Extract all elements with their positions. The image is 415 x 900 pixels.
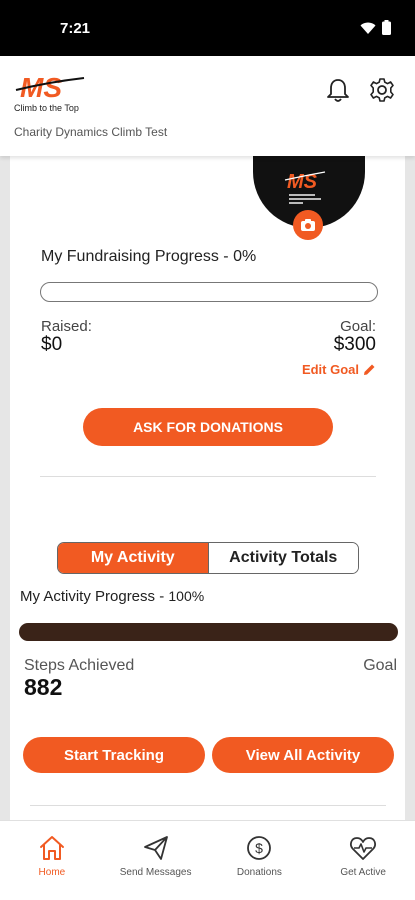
nav-donations[interactable]: $ Donations xyxy=(208,821,312,900)
status-bar: 7:21 xyxy=(0,0,415,56)
raised-value: $0 xyxy=(41,334,63,355)
activity-card: My Activity Activity Totals My Activity … xyxy=(10,521,405,820)
battery-icon xyxy=(382,20,391,35)
activity-tab-toggle: My Activity Activity Totals xyxy=(57,542,359,574)
activity-progress-title: My Activity Progress - 100% xyxy=(20,588,204,605)
dollar-circle-icon: $ xyxy=(247,836,272,860)
activity-progress-fill xyxy=(19,623,398,641)
activity-progress-label: My Activity Progress - xyxy=(20,588,165,605)
edit-goal-link[interactable]: Edit Goal xyxy=(302,362,376,377)
nav-label-donations: Donations xyxy=(236,867,282,878)
activity-progress-bar xyxy=(19,623,398,641)
divider xyxy=(40,476,376,477)
tab-my-activity[interactable]: My Activity xyxy=(58,543,208,573)
edit-goal-label: Edit Goal xyxy=(301,362,359,377)
nav-label-get-active: Get Active xyxy=(340,867,386,878)
activity-goal-label: Goal xyxy=(363,657,397,674)
nav-label-home: Home xyxy=(38,867,66,878)
pencil-icon xyxy=(364,364,375,375)
nav-send-messages[interactable]: Send Messages xyxy=(104,821,208,900)
divider xyxy=(30,805,386,806)
nav-get-active[interactable]: Get Active xyxy=(311,821,415,900)
home-icon xyxy=(39,836,64,860)
svg-text:$: $ xyxy=(255,840,263,856)
fundraising-progress-bar xyxy=(40,282,378,302)
app-screen: 7:21 MS Climb to the Top Charity Dynamic… xyxy=(0,0,415,900)
logo-tagline: Climb to the Top xyxy=(14,103,79,113)
wifi-icon xyxy=(360,22,376,34)
tab-activity-totals[interactable]: Activity Totals xyxy=(207,543,358,573)
goal-label: Goal: xyxy=(340,318,376,335)
gear-icon[interactable] xyxy=(368,76,396,104)
steps-label: Steps Achieved xyxy=(24,657,135,674)
status-icons xyxy=(360,20,391,35)
nav-label-send-messages: Send Messages xyxy=(119,867,192,878)
raised-label: Raised: xyxy=(41,318,92,335)
heart-pulse-icon xyxy=(350,837,377,860)
campaign-name: Charity Dynamics Climb Test xyxy=(14,125,168,139)
start-tracking-button[interactable]: Start Tracking xyxy=(23,737,205,773)
goal-value: $300 xyxy=(333,334,376,355)
ms-logo-mark: MS xyxy=(15,72,85,103)
bell-icon[interactable] xyxy=(324,76,352,104)
fundraising-progress-title: My Fundraising Progress - 0% xyxy=(41,248,257,265)
steps-value: 882 xyxy=(24,674,63,700)
ask-for-donations-button[interactable]: ASK FOR DONATIONS xyxy=(83,408,333,446)
change-photo-button[interactable] xyxy=(293,210,323,240)
status-time: 7:21 xyxy=(60,20,91,37)
view-all-activity-button[interactable]: View All Activity xyxy=(212,737,394,773)
nav-home[interactable]: Home xyxy=(0,821,104,900)
bottom-nav: Home Send Messages $ Donations Get Activ… xyxy=(0,820,415,900)
app-header: MS Climb to the Top Charity Dynamics Cli… xyxy=(0,56,415,156)
activity-progress-percent: 100% xyxy=(168,588,205,604)
paper-plane-icon xyxy=(143,836,168,860)
content-scroll[interactable]: MS My Fundraising Progress - 0% Raised: … xyxy=(0,156,415,820)
camera-icon xyxy=(301,219,315,231)
